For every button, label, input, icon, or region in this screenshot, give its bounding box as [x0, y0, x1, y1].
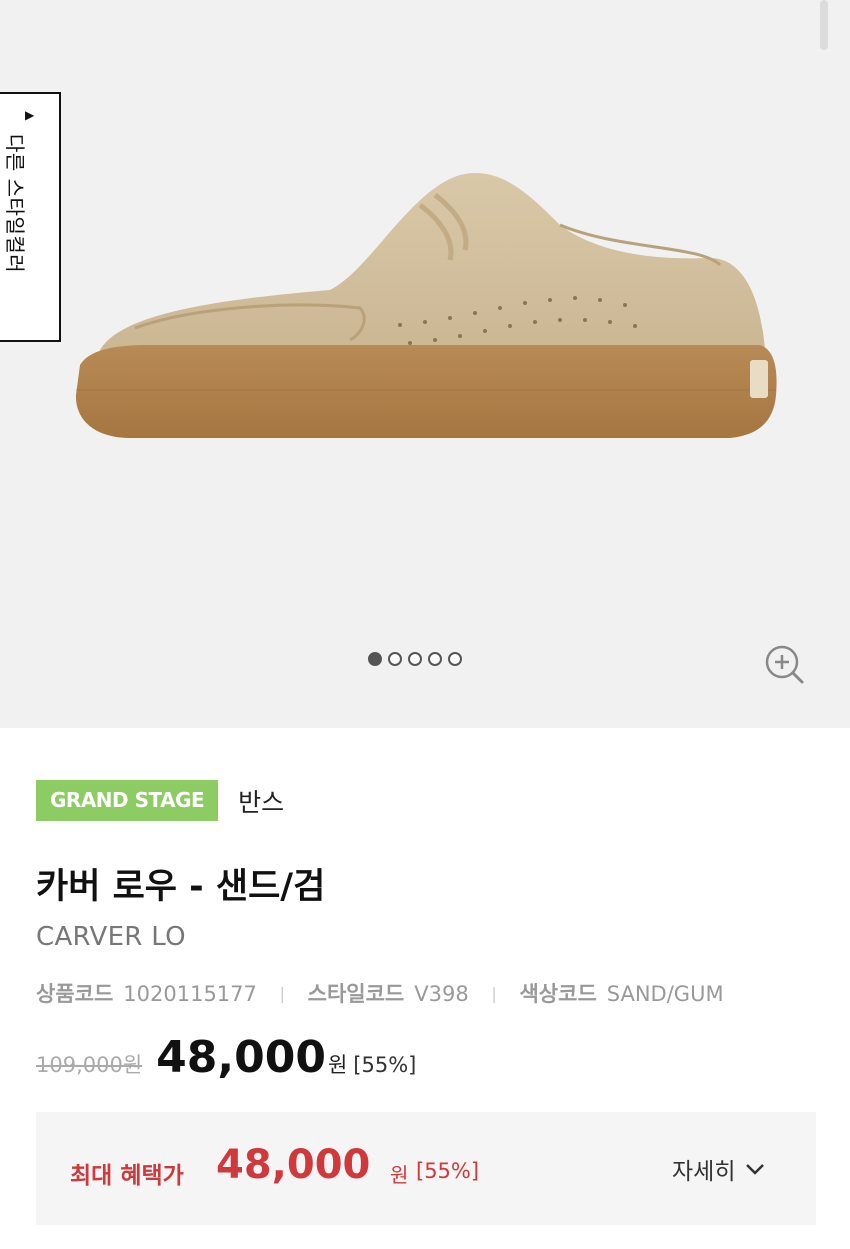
grand-stage-badge[interactable]: GRAND STAGE	[36, 780, 219, 821]
original-price: 109,000원	[36, 1053, 143, 1077]
slide-dot[interactable]	[408, 652, 422, 666]
max-benefit-box: 최대 혜택가 48,000 원 [55%] 자세히	[36, 1112, 816, 1225]
product-code-label: 상품코드	[36, 982, 114, 1006]
detail-label: 자세히	[672, 1159, 736, 1185]
style-color-gallery-tab[interactable]: ▶ 다른 스타일컬러	[0, 92, 61, 342]
product-info: GRAND STAGE 반스 카버 로우 - 샌드/검 CARVER LO 상품…	[36, 780, 816, 1083]
style-code-value: V398	[414, 982, 469, 1006]
sale-price-currency: 원	[327, 1053, 348, 1077]
product-image-shoe	[75, 173, 777, 438]
price-row: 109,000원 48,000 원 [55%]	[36, 1032, 416, 1083]
product-english-name: CARVER LO	[36, 922, 186, 952]
color-code-label: 색상코드	[519, 982, 597, 1006]
max-benefit-price: 48,000	[216, 1142, 371, 1188]
triangle-right-icon: ▶	[25, 108, 35, 122]
detail-toggle-button[interactable]: 자세히	[672, 1152, 765, 1186]
product-codes: 상품코드 1020115177 | 스타일코드 V398 | 색상코드 SAND/GU…	[36, 978, 724, 1008]
sale-price: 48,000	[156, 1032, 326, 1083]
product-title: 카버 로우 - 샌드/검	[36, 867, 326, 907]
scrollbar[interactable]	[820, 0, 828, 50]
color-code-value: SAND/GUM	[606, 982, 724, 1006]
product-image-gallery[interactable]: ▶ 다른 스타일컬러	[0, 0, 850, 728]
slide-dot[interactable]	[428, 652, 442, 666]
max-benefit-discount: [55%]	[416, 1159, 480, 1183]
product-code-value: 1020115177	[123, 982, 257, 1006]
max-benefit-currency: 원	[390, 1163, 409, 1187]
discount-rate: [55%]	[353, 1053, 417, 1077]
slide-dot[interactable]	[368, 652, 382, 666]
divider: |	[279, 984, 285, 1003]
style-color-gallery-label: 다른 스타일컬러	[3, 134, 27, 274]
style-code-label: 스타일코드	[307, 982, 405, 1006]
brand-link[interactable]: 반스	[238, 783, 284, 819]
chevron-down-icon	[746, 1164, 765, 1175]
max-benefit-label: 최대 혜택가	[70, 1163, 184, 1189]
slide-dot[interactable]	[448, 652, 462, 666]
slide-indicator	[368, 652, 462, 666]
slide-dot[interactable]	[388, 652, 402, 666]
divider: |	[491, 984, 497, 1003]
zoom-in-icon[interactable]	[764, 644, 806, 686]
